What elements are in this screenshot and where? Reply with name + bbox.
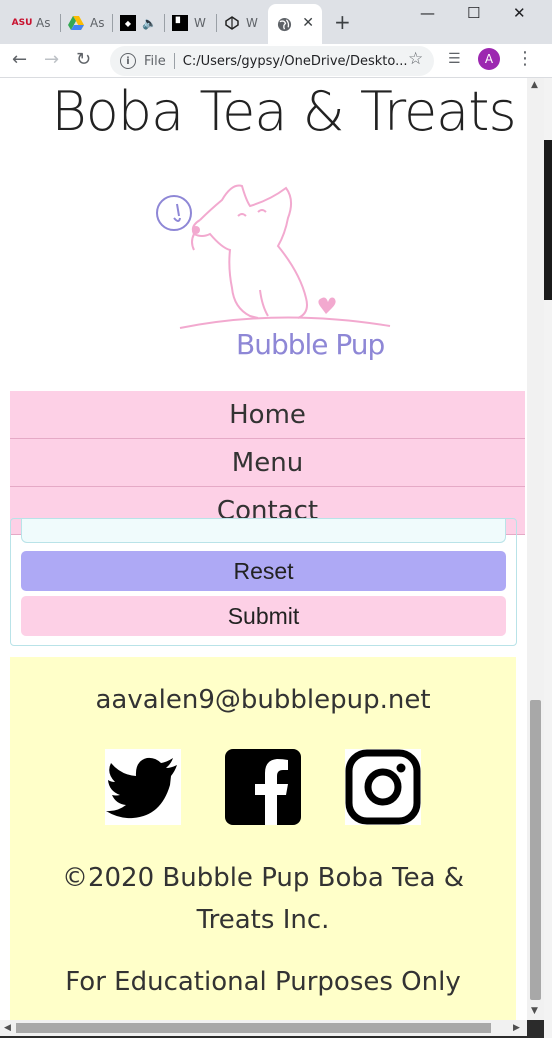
- page-viewport: Boba Tea & Treats Bubble Pup Home Menu C…: [0, 78, 527, 1020]
- twitter-icon[interactable]: [105, 749, 181, 825]
- tidal-icon: ◆: [120, 15, 136, 31]
- site-title: Boba Tea & Treats: [51, 80, 516, 143]
- disclaimer-text: For Educational Purposes Only: [65, 967, 461, 997]
- minimize-icon[interactable]: —: [420, 4, 435, 22]
- logo-wordmark: Bubble Pup: [236, 328, 385, 361]
- copyright-notice: ©2020 Bubble Pup Boba Tea & Treats Inc.: [61, 863, 465, 935]
- tab-asu[interactable]: ASU As: [11, 6, 51, 40]
- address-bar[interactable]: i File C:/Users/gypsy/OneDrive/Deskto...: [110, 46, 434, 76]
- back-icon[interactable]: ←: [12, 49, 27, 70]
- vertical-scroll-thumb[interactable]: [530, 700, 541, 1000]
- scroll-left-icon[interactable]: ◀: [4, 1023, 11, 1033]
- scroll-right-icon[interactable]: ▶: [513, 1023, 520, 1033]
- main-nav: Home Menu Contact: [10, 391, 525, 535]
- browser-toolbar: ← → ↻ i File C:/Users/gypsy/OneDrive/Des…: [0, 44, 552, 78]
- url-text: C:/Users/gypsy/OneDrive/Deskto...: [182, 53, 408, 69]
- vertical-scrollbar[interactable]: ▲ ▼: [527, 78, 544, 1020]
- horizontal-scrollbar[interactable]: ◀ ▶: [0, 1020, 527, 1036]
- reload-icon[interactable]: ↻: [76, 49, 91, 70]
- contact-form: Reset Submit: [10, 518, 517, 646]
- drive-icon: [68, 15, 84, 31]
- tab-codepen[interactable]: W: [224, 6, 258, 40]
- scroll-up-icon[interactable]: ▲: [531, 80, 538, 90]
- bookmark-star-icon[interactable]: ☆: [408, 49, 423, 69]
- tab-separator: [164, 14, 165, 32]
- submit-button[interactable]: Submit: [21, 596, 506, 636]
- tab-strip: ASU As As ◆ 🔈 ▘ W W ✕ + — ☐ ✕: [0, 0, 552, 44]
- tab-tidal[interactable]: ◆ 🔈: [120, 6, 157, 40]
- codepen-icon: [224, 15, 240, 31]
- profile-avatar[interactable]: A: [478, 48, 500, 70]
- tab-separator: [60, 14, 61, 32]
- tab-active[interactable]: ✕: [268, 4, 322, 44]
- maximize-icon[interactable]: ☐: [467, 4, 480, 22]
- url-divider: [173, 53, 175, 69]
- nav-item-home[interactable]: Home: [10, 391, 525, 439]
- facebook-icon[interactable]: [225, 749, 301, 825]
- url-scheme: File: [144, 53, 166, 69]
- menu-kebab-icon[interactable]: ⋮: [516, 48, 534, 69]
- message-field[interactable]: [21, 519, 506, 543]
- horizontal-scroll-thumb[interactable]: [16, 1023, 491, 1033]
- new-tab-icon[interactable]: +: [334, 10, 351, 34]
- contact-email[interactable]: aavalen9@bubblepup.net: [10, 685, 516, 715]
- tab-drive[interactable]: As: [68, 6, 104, 40]
- globe-icon: [276, 16, 292, 32]
- scroll-down-icon[interactable]: ▼: [531, 1006, 538, 1016]
- tab-w-1[interactable]: ▘ W: [172, 6, 206, 40]
- background-window-dark-panel: [544, 140, 552, 300]
- media-queue-icon[interactable]: ☰: [448, 51, 461, 67]
- w-favicon-icon: ▘: [172, 15, 188, 31]
- asu-favicon-icon: ASU: [11, 18, 33, 28]
- close-window-icon[interactable]: ✕: [513, 4, 526, 22]
- info-icon[interactable]: i: [120, 53, 136, 69]
- forward-icon[interactable]: →: [44, 49, 59, 70]
- close-tab-icon[interactable]: ✕: [302, 15, 314, 31]
- instagram-icon[interactable]: [345, 749, 421, 825]
- reset-button[interactable]: Reset: [21, 551, 506, 591]
- tab-separator: [216, 14, 217, 32]
- nav-item-menu[interactable]: Menu: [10, 439, 525, 487]
- tab-separator: [112, 14, 113, 32]
- site-footer: aavalen9@bubblepup.net ©2020 Bubble Pup …: [10, 657, 516, 1020]
- speaker-icon: 🔈: [142, 16, 157, 30]
